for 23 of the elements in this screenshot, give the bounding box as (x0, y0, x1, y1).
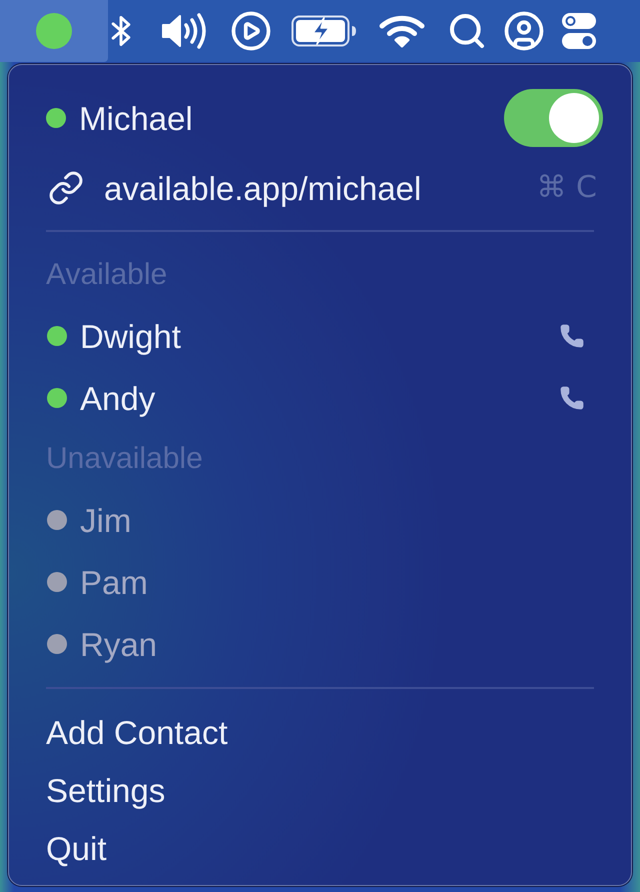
shortcut-label: ⌘ C (536, 173, 597, 203)
search-icon[interactable] (447, 11, 487, 51)
play-icon[interactable] (230, 10, 272, 52)
contact-name[interactable]: Andy (80, 382, 156, 414)
section-header: Available (46, 260, 168, 290)
contact-name[interactable]: Jim (80, 504, 132, 536)
battery-icon[interactable] (291, 15, 357, 47)
control-center-icon[interactable] (561, 12, 597, 50)
wifi-icon[interactable] (379, 14, 425, 48)
menu-item[interactable]: Settings (46, 761, 166, 819)
user-icon[interactable] (503, 10, 545, 52)
phone-icon[interactable] (559, 323, 585, 349)
contact-name[interactable]: Dwight (80, 320, 181, 352)
user-name: Michael (79, 102, 193, 134)
contact-name[interactable]: Ryan (80, 628, 158, 660)
menu-item[interactable]: Add Contact (46, 703, 228, 761)
share-link[interactable]: available.app/michael (104, 172, 422, 204)
contact-name[interactable]: Pam (80, 566, 148, 598)
menu-item[interactable]: Quit (46, 819, 107, 877)
bluetooth-icon[interactable] (111, 15, 131, 47)
phone-icon[interactable] (559, 385, 585, 411)
section-header: Unavailable (46, 444, 203, 474)
link-icon (48, 170, 84, 206)
